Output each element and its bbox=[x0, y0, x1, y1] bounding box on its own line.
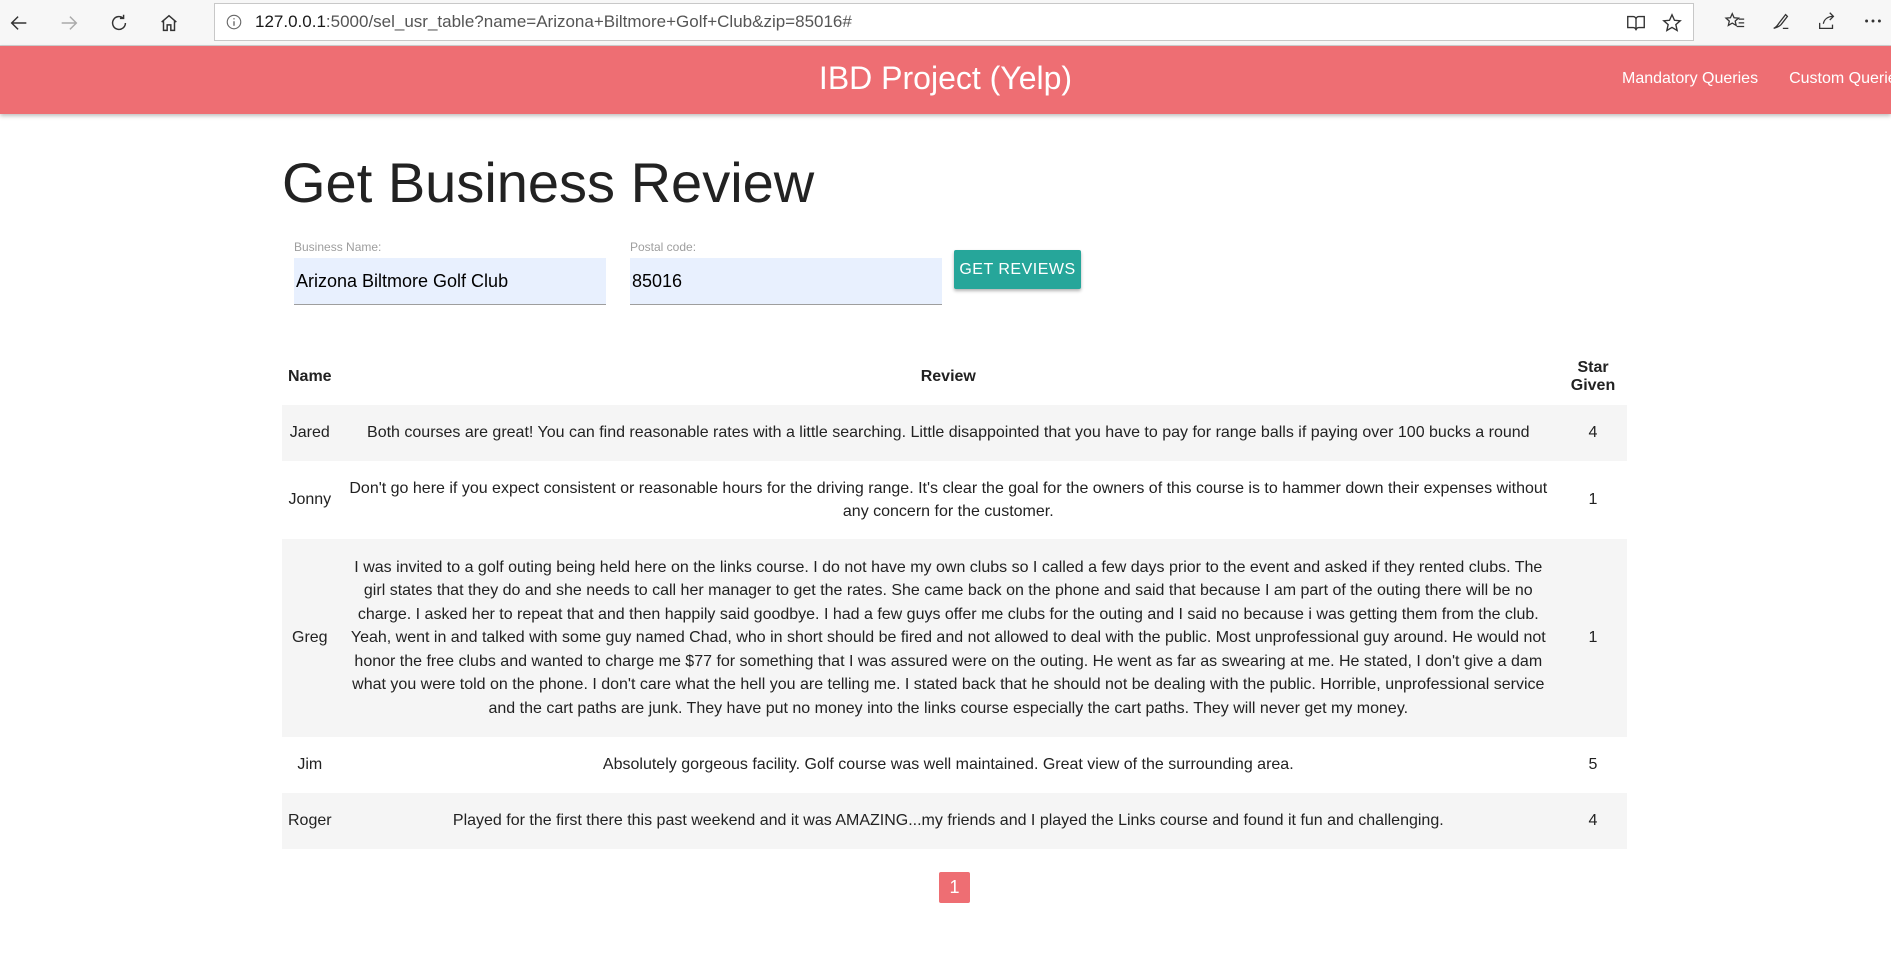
reviewer-name: Roger bbox=[288, 812, 332, 830]
nav-links: Mandatory Queries Custom Queries bbox=[1622, 70, 1891, 88]
forward-icon[interactable] bbox=[52, 6, 86, 40]
column-header-review: Review bbox=[920, 367, 976, 385]
nav-link-custom-queries[interactable]: Custom Queries bbox=[1789, 70, 1891, 88]
review-text: Both courses are great! You can find rea… bbox=[367, 424, 1530, 442]
star-rating: 1 bbox=[1588, 491, 1598, 509]
url-text[interactable]: 127.0.0.1:5000/sel_usr_table?name=Arizon… bbox=[255, 12, 852, 32]
browser-toolbar: 127.0.0.1:5000/sel_usr_table?name=Arizon… bbox=[0, 0, 1891, 46]
reading-view-icon[interactable] bbox=[1623, 10, 1649, 36]
reviewer-name: Greg bbox=[292, 629, 328, 647]
business-name-input[interactable] bbox=[294, 258, 606, 305]
postal-code-field: Postal code: bbox=[618, 240, 942, 305]
star-rating: 4 bbox=[1588, 812, 1598, 830]
get-reviews-button[interactable]: GET REVIEWS bbox=[954, 250, 1081, 289]
reviewer-name: Jonny bbox=[288, 491, 332, 509]
more-options-icon[interactable] bbox=[1860, 8, 1886, 34]
reviews-table: Name Review Star Given Jared Both course… bbox=[282, 348, 1627, 849]
review-text: Don't go here if you expect consistent o… bbox=[349, 479, 1548, 521]
postal-code-input[interactable] bbox=[630, 258, 942, 305]
app-title[interactable]: IBD Project (Yelp) bbox=[0, 60, 1891, 97]
refresh-icon[interactable] bbox=[102, 6, 136, 40]
reviewer-name: Jared bbox=[289, 424, 330, 442]
column-header-star-given: Star Given bbox=[1570, 358, 1616, 394]
star-rating: 4 bbox=[1588, 424, 1598, 442]
back-icon[interactable] bbox=[2, 6, 36, 40]
review-text: Played for the first there this past wee… bbox=[452, 812, 1444, 830]
address-bar[interactable]: 127.0.0.1:5000/sel_usr_table?name=Arizon… bbox=[214, 3, 1694, 41]
page-title: Get Business Review bbox=[282, 151, 815, 214]
table-row: Jonny Don't go here if you expect consis… bbox=[282, 461, 1627, 539]
table-header-row: Name Review Star Given bbox=[282, 348, 1627, 405]
nav-link-mandatory-queries[interactable]: Mandatory Queries bbox=[1622, 70, 1758, 88]
table-row: Jared Both courses are great! You can fi… bbox=[282, 405, 1627, 461]
column-header-name: Name bbox=[288, 367, 332, 385]
business-name-field: Business Name: bbox=[282, 240, 606, 305]
star-rating: 5 bbox=[1588, 756, 1598, 774]
review-text: Absolutely gorgeous facility. Golf cours… bbox=[602, 756, 1294, 774]
table-row: Jim Absolutely gorgeous facility. Golf c… bbox=[282, 737, 1627, 793]
pen-notes-icon[interactable] bbox=[1768, 8, 1794, 34]
reviewer-name: Jim bbox=[297, 756, 323, 774]
pagination-page-button[interactable]: 1 bbox=[939, 872, 970, 903]
business-name-label: Business Name: bbox=[294, 240, 382, 254]
review-text: I was invited to a golf outing being hel… bbox=[350, 558, 1546, 717]
star-rating: 1 bbox=[1588, 629, 1598, 647]
table-row: Greg I was invited to a golf outing bein… bbox=[282, 539, 1627, 737]
home-icon[interactable] bbox=[152, 6, 186, 40]
info-icon[interactable] bbox=[225, 13, 243, 31]
table-row: Roger Played for the first there this pa… bbox=[282, 793, 1627, 849]
favorite-star-icon[interactable] bbox=[1659, 10, 1685, 36]
postal-code-label: Postal code: bbox=[630, 240, 697, 254]
favorites-list-icon[interactable] bbox=[1722, 8, 1748, 34]
share-icon[interactable] bbox=[1814, 8, 1840, 34]
app-navbar: IBD Project (Yelp) Mandatory Queries Cus… bbox=[0, 46, 1891, 114]
